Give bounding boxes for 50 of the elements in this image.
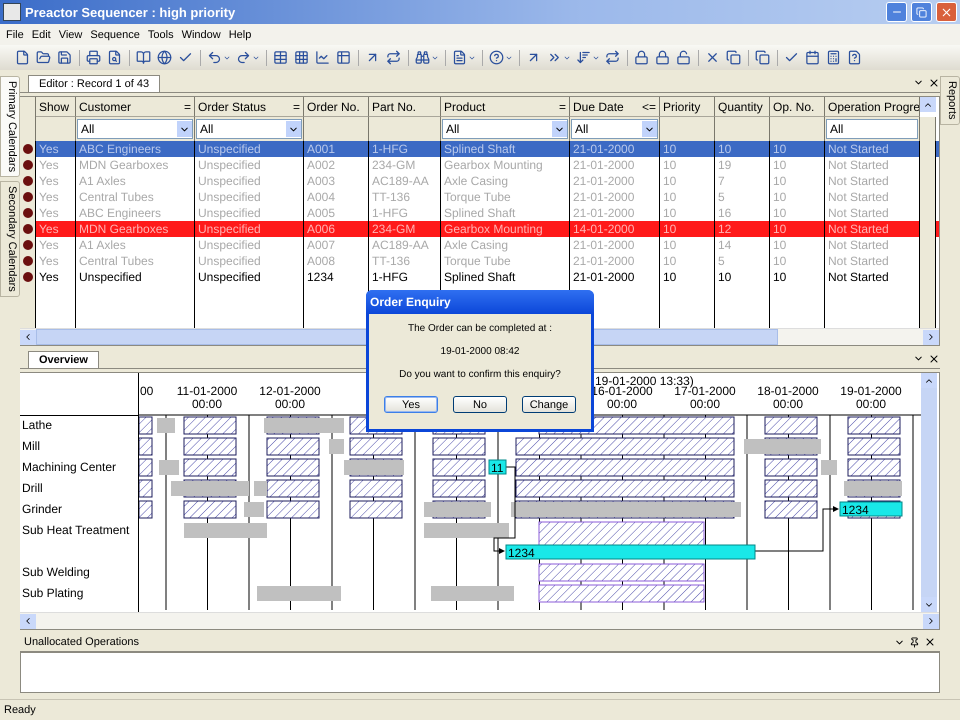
table-cell: Unspecified <box>195 269 304 285</box>
date-label: 11-01-2000 <box>176 384 238 398</box>
resource-label: Machining Center <box>21 459 118 476</box>
table-cell: Yes <box>36 269 76 285</box>
column-title: Customer <box>79 100 132 114</box>
resource-label: Mill <box>21 438 41 455</box>
column-title: Order Status <box>198 100 266 114</box>
table-cell: 1-HFG <box>369 269 441 285</box>
column-title: Show <box>39 100 70 114</box>
date-label: 19-01-2000 <box>840 384 902 398</box>
table-cell: 10 <box>660 269 715 285</box>
resource-label: Grinder <box>21 501 64 518</box>
resource-label: Lathe <box>21 417 54 434</box>
date-label: 18-01-2000 <box>757 384 819 398</box>
status-text: Ready <box>4 704 36 716</box>
column-title: Order No. <box>307 100 360 114</box>
resource-label: Drill <box>21 480 44 497</box>
dialog-title: Order Enquiry <box>366 290 594 314</box>
resource-label: Sub Plating <box>21 585 84 602</box>
table-cell: Unspecified <box>76 269 195 285</box>
table-cell: 21-01-2000 <box>570 269 660 285</box>
filter-operator: = <box>184 100 191 114</box>
completion-date: 19-01-2000 08:42 <box>440 346 520 357</box>
column-title: Due Date <box>573 100 624 114</box>
panel-title: Unallocated Operations <box>24 636 139 648</box>
date-label: 00 <box>140 384 154 398</box>
table-cell: 10 <box>715 269 770 285</box>
column-title: Quantity <box>718 100 763 114</box>
table-cell: 1234 <box>304 269 369 285</box>
table-cell: 10 <box>770 269 825 285</box>
window-title: Preactor Sequencer : high priority <box>25 4 236 20</box>
dialog-question: Do you want to confirm this enquiry? <box>398 369 562 380</box>
column-title: Priority <box>663 100 700 114</box>
column-title: Product <box>444 100 486 114</box>
time-label: 00:00 <box>274 397 306 411</box>
column-title: Part No. <box>372 100 416 114</box>
time-label: 00:00 <box>856 397 886 411</box>
filter-operator: <= <box>642 100 656 114</box>
column-title: Op. No. <box>773 100 814 114</box>
filter-operator: = <box>292 100 300 114</box>
resource-label: Sub Heat Treatment <box>21 522 130 539</box>
time-label: 00:00 <box>772 397 804 411</box>
table-cell: Splined Shaft <box>441 269 570 285</box>
resource-label: Sub Welding <box>21 564 91 581</box>
time-label: 00:00 <box>192 397 222 411</box>
dialog-message: The Order can be completed at : <box>407 323 553 334</box>
time-label: 00:00 <box>606 397 638 411</box>
filter-operator: = <box>558 100 566 114</box>
date-label: 12-01-2000 <box>259 384 321 398</box>
time-label: 00:00 <box>690 397 720 411</box>
